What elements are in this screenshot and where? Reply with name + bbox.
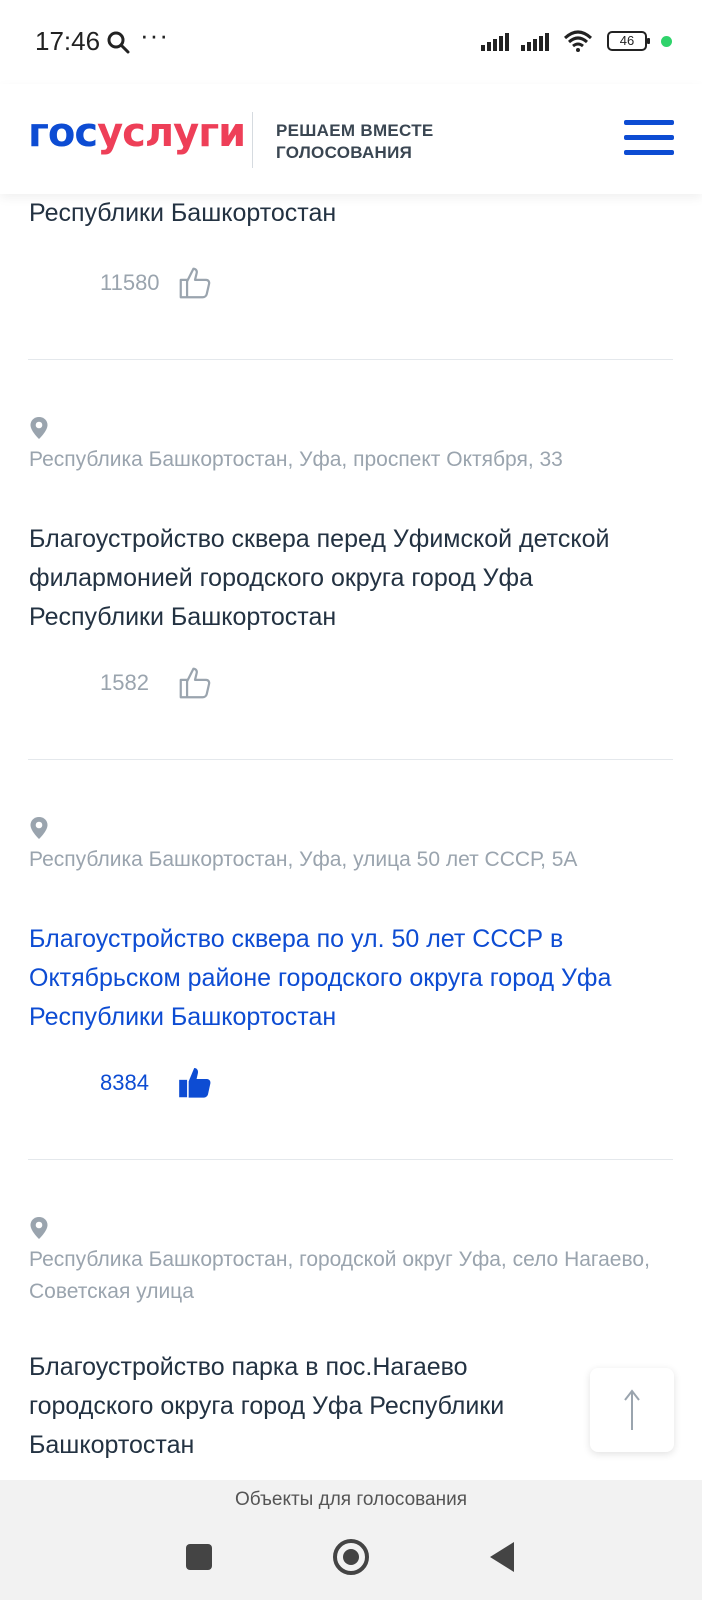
item-divider <box>28 359 673 360</box>
like-count: 1582 <box>100 670 149 695</box>
hamburger-menu-button[interactable] <box>624 120 674 160</box>
list-item[interactable]: Республика Башкортостан, Уфа, проспект О… <box>29 416 674 637</box>
item-address: Республика Башкортостан, Уфа, проспект О… <box>29 448 563 471</box>
status-bar: 17:46 ··· 46 <box>0 0 702 84</box>
menu-line <box>624 150 674 155</box>
signal-icon <box>481 31 509 51</box>
item-title[interactable]: Благоустройство сквера перед Уфимской де… <box>29 520 674 637</box>
search-icon <box>107 31 130 54</box>
header-subtitle-line2: ГОЛОСОВАНИЯ <box>276 143 413 162</box>
thumbs-up-icon[interactable] <box>176 264 214 302</box>
header-divider <box>252 112 253 168</box>
more-dots: ··· <box>140 20 169 50</box>
location-pin-icon <box>30 1217 48 1239</box>
item-address: Республика Башкортостан, Уфа, улица 50 л… <box>29 848 578 871</box>
arrow-up-icon <box>624 1389 640 1430</box>
home-button[interactable] <box>333 1539 369 1575</box>
item-title[interactable]: Республики Башкортостан <box>29 194 674 233</box>
item-divider <box>28 1159 673 1160</box>
header-subtitle: РЕШАЕМ ВМЕСТЕ ГОЛОСОВАНИЯ <box>276 120 434 164</box>
wifi-icon <box>563 30 593 52</box>
system-nav-bar <box>0 1520 702 1600</box>
back-button[interactable] <box>490 1542 514 1572</box>
item-title[interactable]: Благоустройство сквера по ул. 50 лет ССС… <box>29 920 674 1037</box>
like-control[interactable]: 8384 <box>100 1064 214 1102</box>
active-indicator-dot <box>661 35 672 47</box>
site-header: госуслуги РЕШАЕМ ВМЕСТЕ ГОЛОСОВАНИЯ <box>0 84 702 194</box>
header-subtitle-line1: РЕШАЕМ ВМЕСТЕ <box>276 121 434 140</box>
logo-part-uslugi: услуги <box>97 110 246 156</box>
list-item[interactable]: Республика Башкортостан, Уфа, улица 50 л… <box>29 816 674 1037</box>
list-item[interactable]: Республика Башкортостан, городской округ… <box>29 1216 674 1465</box>
menu-line <box>624 135 674 140</box>
battery-icon: 46 <box>607 31 650 51</box>
list-item[interactable]: Республики Башкортостан <box>29 194 674 233</box>
item-address: Республика Башкортостан, городской округ… <box>29 1248 650 1303</box>
signal-icon-2 <box>521 31 549 51</box>
gosuslugi-logo[interactable]: госуслуги <box>28 110 246 156</box>
like-control[interactable]: 1582 <box>100 664 214 702</box>
status-indicators: 46 <box>481 30 672 52</box>
logo-part-gos: гос <box>28 110 98 156</box>
status-time: 17:46 <box>35 26 101 56</box>
like-control[interactable]: 11580 <box>100 264 214 302</box>
item-title[interactable]: Благоустройство парка в пос.Нагаево горо… <box>29 1348 589 1465</box>
menu-line <box>624 120 674 125</box>
like-count: 8384 <box>100 1070 149 1095</box>
location-pin-icon <box>30 417 48 439</box>
page-caption: Объекты для голосования <box>0 1480 702 1520</box>
location-pin-icon <box>30 817 48 839</box>
thumbs-up-icon[interactable] <box>176 664 214 702</box>
item-divider <box>28 759 673 760</box>
scroll-to-top-button[interactable] <box>590 1368 674 1452</box>
recent-apps-button[interactable] <box>186 1544 212 1570</box>
like-count: 11580 <box>100 270 160 295</box>
thumbs-up-icon[interactable] <box>176 1064 214 1102</box>
